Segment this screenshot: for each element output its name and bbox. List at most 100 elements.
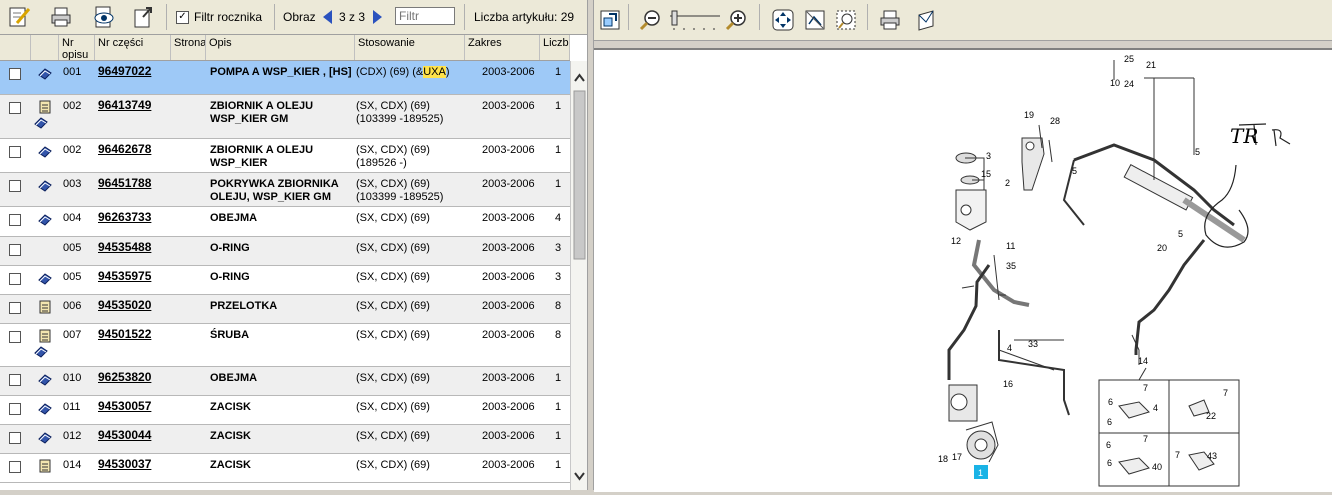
row-part-number[interactable]: 96413749 <box>98 99 151 112</box>
callout-label[interactable]: 3 <box>986 151 991 161</box>
row-checkbox[interactable] <box>9 146 21 158</box>
callout-label[interactable]: 11 <box>1006 241 1015 251</box>
callout-label[interactable]: 5 <box>1178 229 1183 239</box>
year-filter-toggle[interactable]: ✓ Filtr rocznika <box>176 8 262 26</box>
document-scroll-icon[interactable] <box>37 459 53 473</box>
callout-label[interactable]: 7 <box>1143 383 1148 393</box>
callout-label[interactable]: 40 <box>1152 462 1162 472</box>
callout-label[interactable]: 21 <box>1146 60 1156 70</box>
row-part-number[interactable]: 94530037 <box>98 458 151 471</box>
catalog-book-icon[interactable] <box>37 212 53 226</box>
callout-label[interactable]: 7 <box>1175 450 1180 460</box>
callout-label[interactable]: 5 <box>1072 166 1077 176</box>
callout-label[interactable]: 6 <box>1107 458 1112 468</box>
fit-drawing-icon[interactable] <box>803 8 827 32</box>
header-liczba[interactable]: Liczb <box>540 35 570 60</box>
callout-label[interactable]: 4 <box>1007 343 1012 353</box>
table-row[interactable]: 014 94530037 ZACISK (SX, CDX) (69) 2003-2006… <box>0 454 570 483</box>
catalog-book-icon[interactable] <box>37 66 53 80</box>
catalog-book-icon[interactable] <box>37 372 53 386</box>
send-mail-icon[interactable] <box>914 8 938 32</box>
edit-note-icon[interactable] <box>6 4 32 30</box>
row-part-number[interactable]: 96253820 <box>98 371 151 384</box>
table-row[interactable]: 005 94535488 O-RING (SX, CDX) (69) 2003-2006… <box>0 237 570 266</box>
document-scroll-icon[interactable] <box>37 300 53 314</box>
zoom-out-icon[interactable] <box>638 8 662 32</box>
catalog-book-icon[interactable] <box>37 271 53 285</box>
pane-splitter[interactable] <box>587 0 594 490</box>
row-part-number[interactable]: 94535488 <box>98 241 151 254</box>
document-scroll-icon[interactable] <box>37 100 53 114</box>
row-part-number[interactable]: 96462678 <box>98 143 151 156</box>
callout-label[interactable]: 6 <box>1107 417 1112 427</box>
filter-input[interactable] <box>395 7 455 25</box>
row-checkbox[interactable] <box>9 302 21 314</box>
table-row[interactable]: 002 96462678 ZBIORNIK A OLEJU WSP_KIER (SX,… <box>0 139 570 173</box>
row-checkbox[interactable] <box>9 68 21 80</box>
row-part-number[interactable]: 94535020 <box>98 299 151 312</box>
table-row[interactable]: 006 94535020 PRZELOTKA (SX, CDX) (69) 2003-2… <box>0 295 570 324</box>
catalog-book-icon[interactable] <box>37 178 53 192</box>
callout-label[interactable]: 24 <box>1124 79 1134 89</box>
callout-label[interactable]: 10 <box>1110 78 1120 88</box>
header-nr-opisu[interactable]: Nr opisu <box>59 35 95 60</box>
callout-label[interactable]: 7 <box>1223 388 1228 398</box>
catalog-book-icon[interactable] <box>37 430 53 444</box>
preview-eye-icon[interactable] <box>91 4 117 30</box>
table-row[interactable]: 011 94530057 ZACISK (SX, CDX) (69) 2003-2006… <box>0 396 570 425</box>
row-checkbox[interactable] <box>9 374 21 386</box>
zoom-slider[interactable] <box>668 8 722 32</box>
callout-label[interactable]: 33 <box>1028 339 1038 349</box>
year-filter-checkbox[interactable]: ✓ <box>176 10 189 24</box>
row-part-number[interactable]: 94530044 <box>98 429 151 442</box>
callout-label[interactable]: 1 <box>978 468 983 478</box>
callout-label[interactable]: 12 <box>951 236 961 246</box>
row-checkbox[interactable] <box>9 331 21 343</box>
table-row[interactable]: 003 96451788 POKRYWKA ZBIORNIKA OLEJU, WSP… <box>0 173 570 207</box>
row-checkbox[interactable] <box>9 432 21 444</box>
row-checkbox[interactable] <box>9 403 21 415</box>
callout-label[interactable]: 15 <box>981 169 991 179</box>
callout-label[interactable]: 2 <box>1005 178 1010 188</box>
row-checkbox[interactable] <box>9 102 21 114</box>
callout-label[interactable]: 14 <box>1138 356 1148 366</box>
callout-label[interactable]: 5 <box>1195 147 1200 157</box>
header-nr-czesci[interactable]: Nr części <box>95 35 171 60</box>
row-part-number[interactable]: 94535975 <box>98 270 151 283</box>
parts-diagram-canvas[interactable]: 25 21 10 24 19 28 3 15 2 5 5 12 11 35 20 5 33 4 14 16 18 17 1 7… <box>594 48 1332 492</box>
table-row[interactable]: 001 96497022 POMPA A WSP_KIER , [HS] (CDX) … <box>0 61 570 95</box>
row-checkbox[interactable] <box>9 180 21 192</box>
callout-label[interactable]: 18 <box>938 454 948 464</box>
callout-label[interactable]: 7 <box>1143 434 1148 444</box>
prev-image-arrow-icon[interactable] <box>323 10 332 24</box>
callout-label[interactable]: 17 <box>952 452 962 462</box>
row-part-number[interactable]: 96263733 <box>98 211 151 224</box>
row-part-number[interactable]: 94501522 <box>98 328 151 341</box>
table-row[interactable]: 005 94535975 O-RING (SX, CDX) (69) 2003-2006… <box>0 266 570 295</box>
fit-window-icon[interactable] <box>598 8 622 32</box>
print-icon[interactable] <box>48 4 74 30</box>
callout-label[interactable]: 35 <box>1006 261 1016 271</box>
table-row[interactable]: 002 96413749 ZBIORNIK A OLEJU WSP_KIER GM (… <box>0 95 570 139</box>
row-part-number[interactable]: 96497022 <box>98 65 151 78</box>
callout-label[interactable]: 19 <box>1024 110 1034 120</box>
table-row[interactable]: 007 94501522 ŚRUBA (SX, CDX) (69) 2003-2006 8 <box>0 324 570 367</box>
catalog-book-icon[interactable] <box>33 115 49 129</box>
zoom-in-icon[interactable] <box>724 8 748 32</box>
header-stosowanie[interactable]: Stosowanie <box>355 35 465 60</box>
header-opis[interactable]: Opis <box>206 35 355 60</box>
next-image-arrow-icon[interactable] <box>373 10 382 24</box>
callout-label[interactable]: 4 <box>1153 403 1158 413</box>
callout-label[interactable]: 6 <box>1108 397 1113 407</box>
callout-label[interactable]: 20 <box>1157 243 1167 253</box>
catalog-book-icon[interactable] <box>33 344 49 358</box>
catalog-book-icon[interactable] <box>37 144 53 158</box>
callout-label[interactable]: 43 <box>1207 451 1217 461</box>
table-row[interactable]: 012 94530044 ZACISK (SX, CDX) (69) 2003-2006… <box>0 425 570 454</box>
header-strona[interactable]: Strona <box>171 35 206 60</box>
diagram-print-icon[interactable] <box>878 8 902 32</box>
vertical-scrollbar[interactable] <box>570 61 588 490</box>
callout-label[interactable]: 6 <box>1106 440 1111 450</box>
row-checkbox[interactable] <box>9 214 21 226</box>
row-checkbox[interactable] <box>9 461 21 473</box>
